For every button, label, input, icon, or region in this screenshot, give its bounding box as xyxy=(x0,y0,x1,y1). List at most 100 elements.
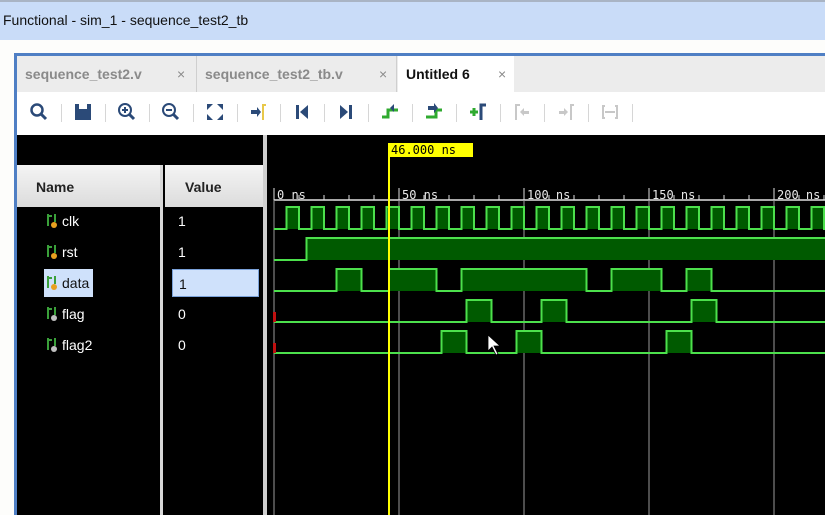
clk-high-pulse xyxy=(311,207,324,229)
close-icon[interactable]: × xyxy=(498,66,506,82)
data-high-pulse xyxy=(389,269,437,291)
flag2-high-pulse xyxy=(441,331,467,353)
go-to-time-zero-icon[interactable] xyxy=(290,100,314,124)
clk-high-pulse xyxy=(761,207,774,229)
zoom-out-icon[interactable] xyxy=(159,100,183,124)
signal-value-cell[interactable]: 0 xyxy=(172,331,259,359)
window-title: Functional - sim_1 - sequence_test2_tb xyxy=(3,12,249,28)
signal-row[interactable]: flag 0 xyxy=(0,300,265,328)
clk-high-pulse xyxy=(711,207,724,229)
signal-value-cell[interactable]: 1 xyxy=(172,207,259,235)
flag2-high-pulse xyxy=(516,331,542,353)
signal-name-cell[interactable]: data xyxy=(44,269,94,297)
zoom-fit-icon[interactable] xyxy=(203,100,227,124)
clk-high-pulse xyxy=(661,207,674,229)
signal-name-cell[interactable]: flag2 xyxy=(44,331,96,359)
cursor-time-label: 46.000 ns xyxy=(391,143,456,157)
clk-high-pulse xyxy=(636,207,649,229)
signal-name-cell[interactable]: rst xyxy=(44,238,82,266)
signal-value: 1 xyxy=(178,213,186,229)
clk-high-pulse xyxy=(561,207,574,229)
flag2-high-pulse xyxy=(666,331,692,353)
window-title-bar: Functional - sim_1 - sequence_test2_tb xyxy=(0,0,825,40)
swap-cursors-icon[interactable] xyxy=(598,100,622,124)
undefined-value-marker xyxy=(273,343,276,353)
tab-label: sequence_test2_tb.v xyxy=(205,66,343,82)
name-header-label: Name xyxy=(36,179,75,195)
signal-row[interactable]: rst 1 xyxy=(0,238,265,266)
name-column-header[interactable]: Name xyxy=(17,165,160,207)
clk-high-pulse xyxy=(811,207,824,229)
clk-high-pulse xyxy=(786,207,799,229)
clk-high-pulse xyxy=(611,207,624,229)
ruler-tick-label: 150 ns xyxy=(652,188,695,202)
add-marker-icon[interactable] xyxy=(466,100,490,124)
clk-high-pulse xyxy=(411,207,424,229)
undefined-value-marker xyxy=(273,312,276,322)
signal-row[interactable]: flag2 0 xyxy=(0,331,265,359)
search-icon[interactable] xyxy=(27,100,51,124)
tab-label: Untitled 6 xyxy=(406,66,470,82)
next-transition-icon[interactable] xyxy=(422,100,446,124)
flag-high-pulse xyxy=(541,300,567,322)
clk-high-pulse xyxy=(336,207,349,229)
signal-name: clk xyxy=(62,213,80,229)
ruler-tick-label: 200 ns xyxy=(777,188,820,202)
flag2-waveform xyxy=(274,330,825,354)
flag-high-pulse xyxy=(466,300,492,322)
tab-label: sequence_test2.v xyxy=(25,66,142,82)
next-marker-icon[interactable] xyxy=(554,100,578,124)
value-header-label: Value xyxy=(185,179,222,195)
data-high-pulse xyxy=(611,269,662,291)
signal-name-cell[interactable]: clk xyxy=(44,207,83,235)
close-icon[interactable]: × xyxy=(379,66,387,82)
waveform-display[interactable]: 0 ns 50 ns 100 ns 150 ns 200 ns 46.000 ns xyxy=(270,135,825,515)
input-port-icon xyxy=(47,245,57,259)
signal-name: flag xyxy=(62,306,85,322)
ruler-tick-label: 0 ns xyxy=(277,188,306,202)
signal-value-cell[interactable]: 1 xyxy=(172,269,259,297)
tab-untitled-6[interactable]: Untitled 6 × xyxy=(398,56,514,92)
clk-high-pulse xyxy=(536,207,549,229)
clk-high-pulse xyxy=(436,207,449,229)
zoom-in-icon[interactable] xyxy=(115,100,139,124)
ruler-tick-label: 100 ns xyxy=(527,188,570,202)
clk-high-pulse xyxy=(286,207,299,229)
data-high-pulse xyxy=(686,269,712,291)
signal-name: data xyxy=(62,275,90,291)
waveform-toolbar xyxy=(17,92,825,134)
data-high-pulse xyxy=(461,269,587,291)
clk-high-pulse xyxy=(461,207,474,229)
tab-sequence-test2-tb[interactable]: sequence_test2_tb.v × xyxy=(197,56,397,92)
signal-row[interactable]: clk 1 xyxy=(0,207,265,235)
clk-high-pulse xyxy=(686,207,699,229)
go-to-cursor-icon[interactable] xyxy=(246,100,270,124)
previous-marker-icon[interactable] xyxy=(510,100,534,124)
input-port-icon xyxy=(47,276,57,290)
signal-value-cell[interactable]: 1 xyxy=(172,238,259,266)
signal-value: 0 xyxy=(178,337,186,353)
close-icon[interactable]: × xyxy=(177,66,185,82)
output-port-icon xyxy=(47,307,57,321)
signal-row[interactable]: data 1 xyxy=(0,269,265,297)
clk-high-pulse xyxy=(736,207,749,229)
signal-value: 1 xyxy=(178,244,186,260)
clk-high-pulse xyxy=(361,207,374,229)
tab-bar: sequence_test2.v × sequence_test2_tb.v ×… xyxy=(17,56,825,92)
save-icon[interactable] xyxy=(71,100,95,124)
clk-high-pulse xyxy=(586,207,599,229)
value-column-header[interactable]: Value xyxy=(165,165,263,207)
signal-value-cell[interactable]: 0 xyxy=(172,300,259,328)
tab-sequence-test2[interactable]: sequence_test2.v × xyxy=(17,56,197,92)
signal-name: flag2 xyxy=(62,337,93,353)
previous-transition-icon[interactable] xyxy=(378,100,402,124)
ruler-tick-label: 50 ns xyxy=(402,188,438,202)
output-port-icon xyxy=(47,338,57,352)
clk-high-pulse xyxy=(486,207,499,229)
rst-high-pulse xyxy=(306,238,825,260)
go-to-last-time-icon[interactable] xyxy=(334,100,358,124)
signal-name-cell[interactable]: flag xyxy=(44,300,89,328)
input-port-icon xyxy=(47,214,57,228)
data-high-pulse xyxy=(336,269,362,291)
signal-value: 0 xyxy=(178,306,186,322)
